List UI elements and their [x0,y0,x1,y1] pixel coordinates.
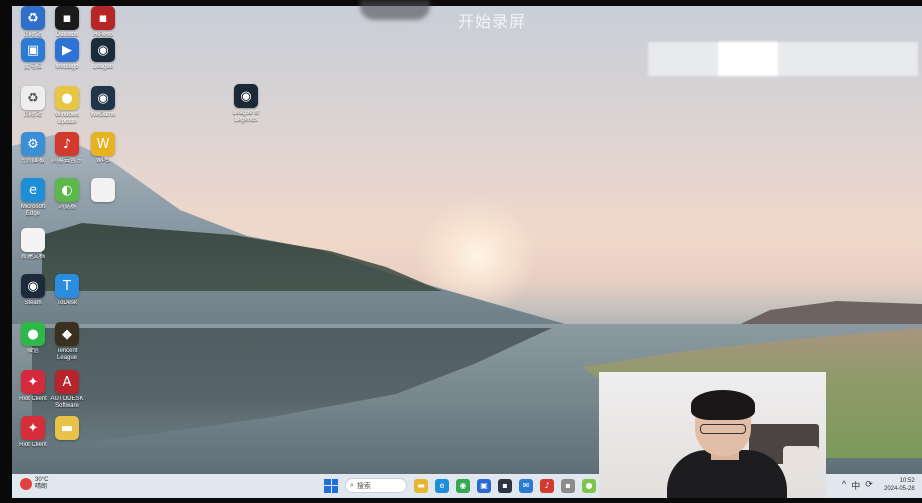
weather-text: 30°C 晴朗 [35,477,49,490]
doc-file-icon [21,228,45,252]
taskbar-clock[interactable]: 10:52 2024-05-28 [884,477,915,493]
app-red-2-icon: A [55,370,79,394]
search-icon: ⌕ [350,481,354,489]
wechat-icon: ● [21,322,45,346]
blurred-region [648,42,918,76]
desktop-icon-tencent[interactable]: ◆ Tencent League [44,322,90,362]
desktop-icon-label: 浏览器 [57,204,76,210]
blurred-region-highlight [718,42,778,76]
todesk-icon: T [55,274,79,298]
app-1-icon: ▪ [55,6,79,30]
riot-icon: ✦ [21,416,45,440]
taskbar-app-file-explorer-icon[interactable]: ▬ [414,478,428,493]
recycle-bin-icon: ♻ [21,6,45,30]
steam-icon: ◉ [21,274,45,298]
taskbar-app-app-gray-icon[interactable]: ▪ [561,478,575,493]
clock-date: 2024-05-28 [884,486,915,492]
taskbar-app-app-green-icon[interactable]: ● [582,478,596,493]
desktop-icon-folder[interactable]: ▬ [44,416,90,442]
taskbar-search[interactable]: ⌕ 搜索 [345,478,407,493]
taskbar-app-app-dark-icon[interactable]: ▪ [498,478,512,493]
desktop-icon-label: 新建文档 [20,254,45,260]
desktop-icon-blank-doc[interactable] [80,178,126,204]
app-2-icon: ▪ [91,6,115,30]
tray-item-0[interactable]: ^ [842,479,846,492]
blank-doc-icon [91,178,115,202]
desktop-icon-wps[interactable]: W WPS [80,132,126,165]
desktop-icon-league[interactable]: ◉ League [80,38,126,71]
system-tray: ^ 中 ⟳ [842,479,873,492]
desktop-icon-app-red-2[interactable]: A AUTODESK Software [44,370,90,410]
control-icon: ⚙ [21,132,45,156]
desktop-icon-wegame[interactable]: ◉ WeGame [80,86,126,119]
windows-update-icon: ● [55,86,79,110]
desktop-icon-label: League [92,64,114,70]
taskbar-app-netease-icon[interactable]: ♪ [540,478,554,493]
webcam-towel [783,446,819,472]
league-icon: ◉ [91,38,115,62]
webcam-person-hair [691,390,755,420]
weather-icon [20,478,32,490]
start-icon[interactable] [324,478,338,493]
desktop-icon-label: WeGame [90,112,116,118]
taskbar-apps: ⌕ 搜索 ▬ e ◉ ▣ ▪ ✉ ♪ ▪ ● [324,478,596,493]
app-red-icon: ✦ [21,370,45,394]
screen-recorder-title: 开始录屏 [458,12,527,31]
mediago-icon: ▶ [55,38,79,62]
desktop-icon-label: League of Legends [232,110,260,123]
netease-icon: ♪ [55,132,79,156]
desktop-icon-label: Riot Client [19,442,47,448]
wps-icon: W [91,132,115,156]
tray-item-1[interactable]: 中 [851,479,860,492]
search-placeholder: 搜索 [356,482,371,490]
desktop-icon-label: AUTODESK Software [50,396,84,409]
tencent-icon: ◆ [55,322,79,346]
taskbar-app-store-icon[interactable]: ▣ [477,478,491,493]
this-pc-icon: ▣ [21,38,45,62]
desktop-icon-league-floating[interactable]: ◉ League of Legends [223,84,269,124]
wegame-icon: ◉ [91,86,115,110]
taskbar-app-mail-icon[interactable]: ✉ [519,478,533,493]
clock-time: 10:52 [899,478,915,484]
webcam-person-glasses [700,424,746,434]
tray-item-2[interactable]: ⟳ [865,479,873,492]
desktop-icon-label: WPS [96,158,110,164]
desktop-icon-todesk[interactable]: T ToDesk [44,274,90,307]
screen-recorder-notch [360,0,430,20]
desktop-icon-doc-file[interactable]: 新建文档 [12,228,56,261]
league-floating-icon: ◉ [234,84,258,108]
taskbar-app-edge-icon[interactable]: e [435,478,449,493]
browser-2-icon: ◐ [55,178,79,202]
desktop-icon-label: Tencent League [56,348,78,361]
folder-icon: ▬ [55,416,79,440]
edge-icon: e [21,178,45,202]
weather-widget[interactable]: 30°C 晴朗 [20,477,48,491]
desktop-icon-label: ToDesk [56,300,77,306]
taskbar-app-chrome-icon[interactable]: ◉ [456,478,470,493]
recycle-icon: ♻ [21,86,45,110]
webcam-overlay [599,372,826,498]
